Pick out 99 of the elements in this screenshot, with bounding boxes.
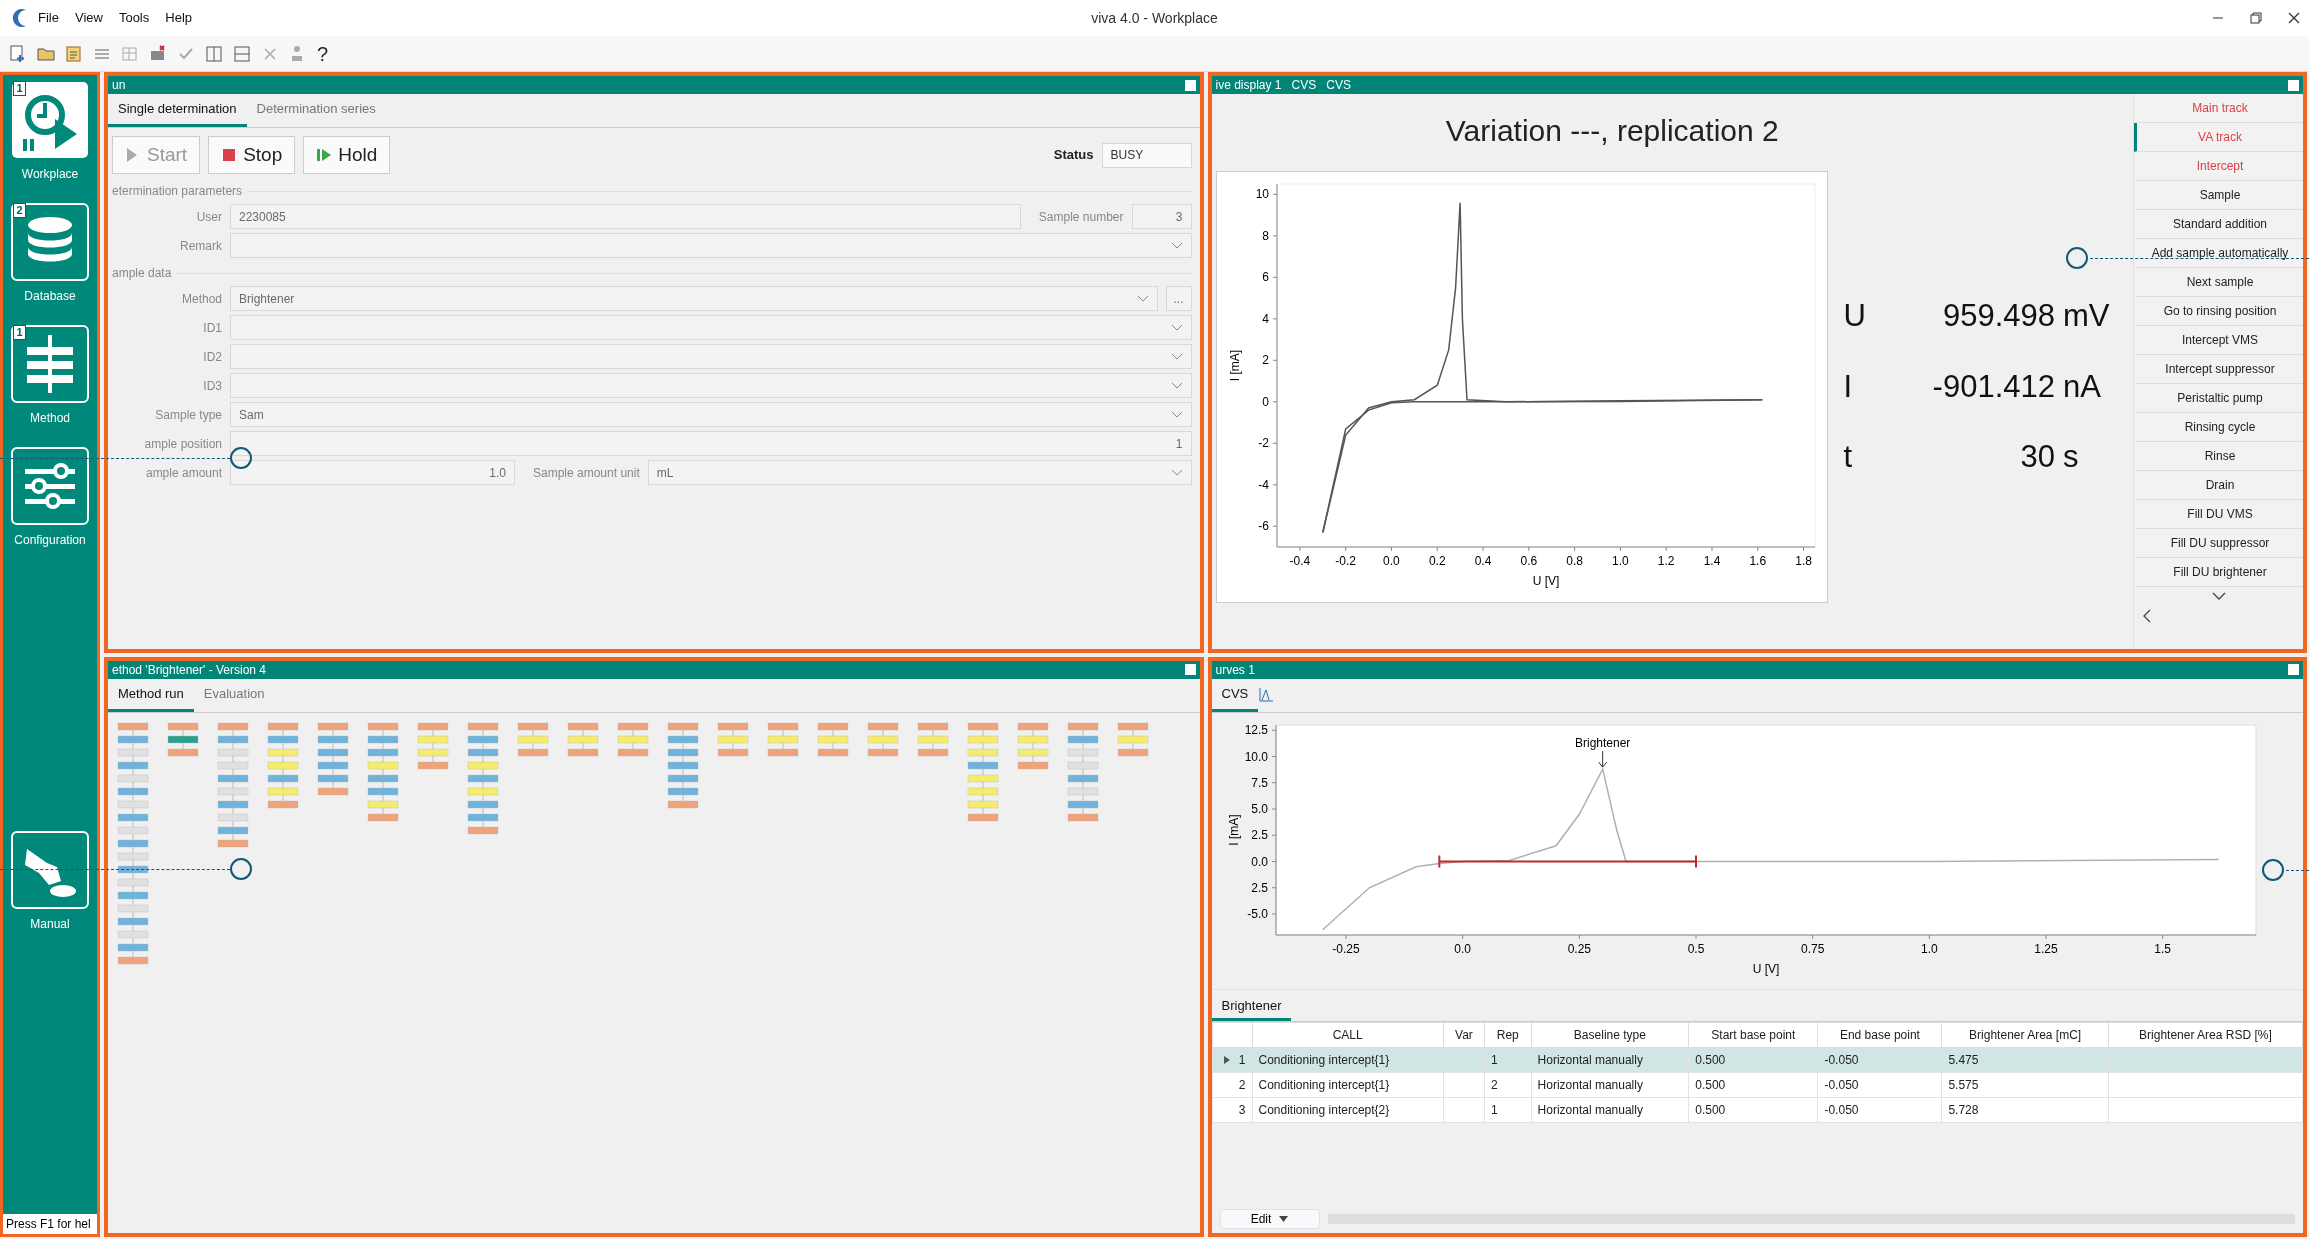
- table-cell: Horizontal manually: [1537, 1052, 1643, 1067]
- field-label: Status: [1053, 146, 1094, 165]
- field-label: ample amount: [144, 464, 222, 482]
- axis-title: I [mA]: [1226, 813, 1241, 846]
- table-cell: -0.050: [1824, 1052, 1859, 1067]
- section-title: ample data: [112, 264, 1192, 282]
- tick-label: -5.0: [1246, 906, 1268, 921]
- table-cell: Horizontal manually: [1537, 1077, 1643, 1092]
- tick-label: -4: [1257, 477, 1269, 492]
- field-label: ample position: [143, 435, 222, 453]
- tick-label: -0.4: [1289, 554, 1310, 568]
- badge-count: 1: [13, 81, 26, 96]
- field-label: Method: [180, 290, 222, 308]
- table-cell: Conditioning intercept{1}: [1258, 1052, 1390, 1067]
- readout-value: 959.498: [1942, 297, 2055, 336]
- tick-label: 0.4: [1474, 554, 1491, 568]
- field-label: User: [195, 208, 222, 226]
- tick-label: 8: [1261, 228, 1269, 243]
- table-cell: 2: [1490, 1077, 1498, 1092]
- table-cell: -0.050: [1824, 1077, 1859, 1092]
- tick-label: 1.2: [1657, 554, 1675, 568]
- axis-title: I [mA]: [1227, 349, 1242, 382]
- badge-count: 1: [13, 325, 26, 340]
- tick-label: 4: [1261, 311, 1269, 326]
- tick-label: 10.0: [1244, 749, 1268, 763]
- tick-label: -0.25: [1331, 941, 1360, 956]
- readout-unit: s: [2063, 438, 2080, 477]
- row-number: 2: [1238, 1077, 1246, 1092]
- row-number: 3: [1238, 1102, 1246, 1117]
- tick-label: 1.0: [1920, 941, 1938, 956]
- axis-title: U [V]: [1532, 574, 1559, 588]
- tick-label: 5.0: [1250, 801, 1268, 816]
- panel-title: urves 1: [1215, 661, 1255, 679]
- tick-label: 0.25: [1567, 941, 1591, 956]
- tick-label: 2.5: [1250, 827, 1268, 842]
- axis-title: U [V]: [1752, 961, 1779, 976]
- readout-symbol: U: [1843, 297, 1866, 336]
- window-title: viva 4.0 - Workplace: [1091, 8, 1218, 28]
- tick-label: 1.6: [1748, 554, 1766, 568]
- tick-label: 12.5: [1244, 722, 1268, 737]
- tick-label: 0.75: [1800, 941, 1824, 956]
- tick-label: 1.0: [1611, 554, 1629, 568]
- table-cell: 5.728: [1948, 1102, 1979, 1117]
- tick-label: 2.5: [1250, 880, 1268, 895]
- readout-unit: nA: [2063, 367, 2102, 406]
- field-label: Remark: [179, 237, 222, 255]
- panel-title: ethod 'Brightener' - Version 4: [112, 661, 266, 679]
- tick-label: 2: [1261, 353, 1269, 368]
- tick-label: 1.4: [1703, 554, 1720, 568]
- tick-label: 0.0: [1453, 941, 1471, 956]
- tick-label: 0.0: [1250, 854, 1268, 868]
- section-title: etermination parameters: [112, 182, 1192, 200]
- table-cell: -0.050: [1824, 1102, 1859, 1117]
- tick-label: 6: [1261, 270, 1269, 285]
- table-cell: 0.500: [1695, 1102, 1726, 1117]
- readout-symbol: t: [1843, 438, 1853, 477]
- field-label: Sample amount unit: [533, 464, 640, 482]
- field-label: ID1: [202, 319, 222, 337]
- field-label: Sample type: [154, 406, 222, 424]
- tick-label: 0.0: [1382, 554, 1400, 568]
- table-cell: 0.500: [1695, 1052, 1726, 1067]
- tick-label: 10: [1255, 187, 1269, 202]
- tick-label: -2: [1257, 436, 1269, 451]
- tick-label: -6: [1257, 519, 1269, 534]
- table-cell: 1: [1490, 1102, 1498, 1117]
- status-text: Press F1 for hel: [3, 1214, 97, 1234]
- table-cell: 0.500: [1695, 1077, 1726, 1092]
- table-cell: Horizontal manually: [1537, 1102, 1643, 1117]
- tick-label: 1.5: [2153, 941, 2171, 956]
- table-cell: Conditioning intercept{2}: [1258, 1102, 1390, 1117]
- table-cell: 1: [1490, 1052, 1498, 1067]
- readout-value: -901.412: [1932, 367, 2055, 406]
- status-field: BUSY: [1101, 142, 1192, 168]
- panel-title: ive display 1: [1215, 77, 1282, 94]
- tick-label: 0: [1261, 394, 1269, 409]
- tick-label: 0.2: [1428, 554, 1446, 568]
- table-cell: Conditioning intercept{1}: [1258, 1077, 1390, 1092]
- display-heading: Variation ---, replication 2: [1444, 113, 1780, 149]
- tick-label: 1.8: [1794, 554, 1812, 568]
- readout-unit: mV: [2063, 297, 2111, 336]
- row-number: 1: [1238, 1052, 1246, 1067]
- field-label: Sample number: [1038, 208, 1124, 226]
- badge-count: 2: [13, 203, 26, 218]
- readout-symbol: I: [1843, 367, 1853, 406]
- tick-label: 0.5: [1687, 941, 1704, 956]
- field-label: ID2: [202, 348, 222, 366]
- readout-value: 30: [2020, 438, 2055, 477]
- tick-label: -0.2: [1334, 554, 1356, 568]
- panel-title: CVS: [1291, 77, 1317, 94]
- tick-label: 0.8: [1565, 554, 1583, 568]
- tick-label: 1.25: [2033, 941, 2058, 956]
- table-cell: 5.475: [1948, 1052, 1979, 1067]
- annotation-label: Brightener: [1574, 735, 1630, 750]
- tick-label: 7.5: [1250, 775, 1268, 790]
- tick-label: 0.6: [1520, 554, 1537, 568]
- table-cell: 5.575: [1948, 1077, 1979, 1092]
- panel-title: CVS: [1326, 77, 1351, 94]
- panel-title: un: [112, 77, 126, 94]
- field-label: ID3: [202, 377, 222, 395]
